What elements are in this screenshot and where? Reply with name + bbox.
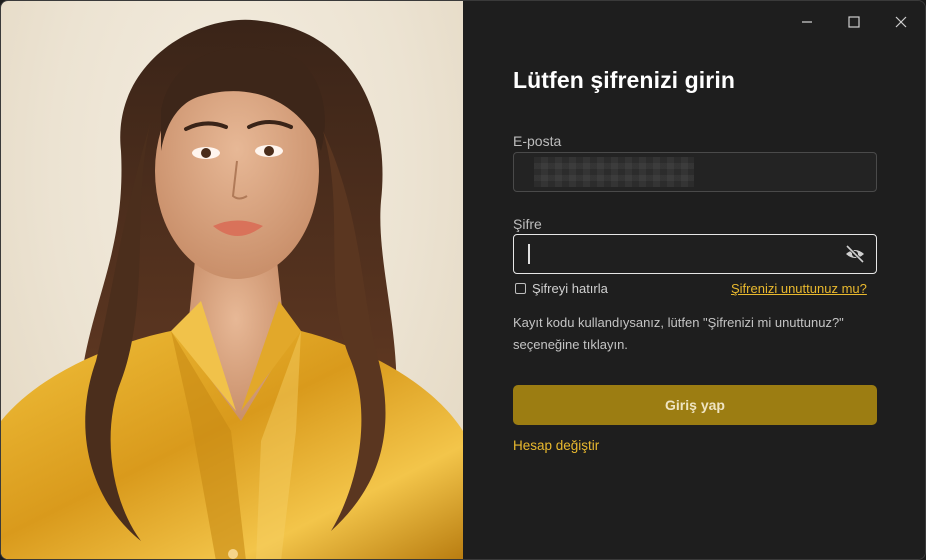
forgot-password-link[interactable]: Şifrenizi unuttunuz mu? bbox=[731, 281, 867, 296]
portrait-illustration bbox=[1, 19, 463, 559]
portrait-image bbox=[1, 1, 463, 559]
page-title: Lütfen şifrenizi girin bbox=[513, 67, 735, 93]
remember-password[interactable]: Şifreyi hatırla bbox=[515, 281, 608, 296]
remember-checkbox[interactable] bbox=[515, 283, 526, 294]
maximize-icon bbox=[848, 16, 860, 28]
maximize-button[interactable] bbox=[843, 11, 865, 33]
text-caret bbox=[528, 244, 530, 264]
login-window: Lütfen şifrenizi girin E-posta Şifre Şif… bbox=[0, 0, 926, 560]
login-button[interactable]: Giriş yap bbox=[513, 385, 877, 425]
toggle-password-visibility-button[interactable] bbox=[844, 244, 866, 264]
close-icon bbox=[895, 16, 907, 28]
login-panel: Lütfen şifrenizi girin E-posta Şifre Şif… bbox=[463, 1, 925, 559]
eye-off-icon bbox=[845, 244, 865, 264]
password-label: Şifre bbox=[513, 216, 542, 232]
email-value-redacted bbox=[534, 157, 694, 187]
remember-label: Şifreyi hatırla bbox=[532, 281, 608, 296]
email-field[interactable] bbox=[513, 152, 877, 192]
switch-account-link[interactable]: Hesap değiştir bbox=[513, 438, 599, 453]
minimize-icon bbox=[802, 21, 812, 23]
minimize-button[interactable] bbox=[796, 11, 818, 33]
password-field[interactable] bbox=[513, 234, 877, 274]
email-label: E-posta bbox=[513, 133, 562, 149]
help-note: Kayıt kodu kullandıysanız, lütfen "Şifre… bbox=[513, 315, 844, 352]
close-button[interactable] bbox=[890, 11, 912, 33]
